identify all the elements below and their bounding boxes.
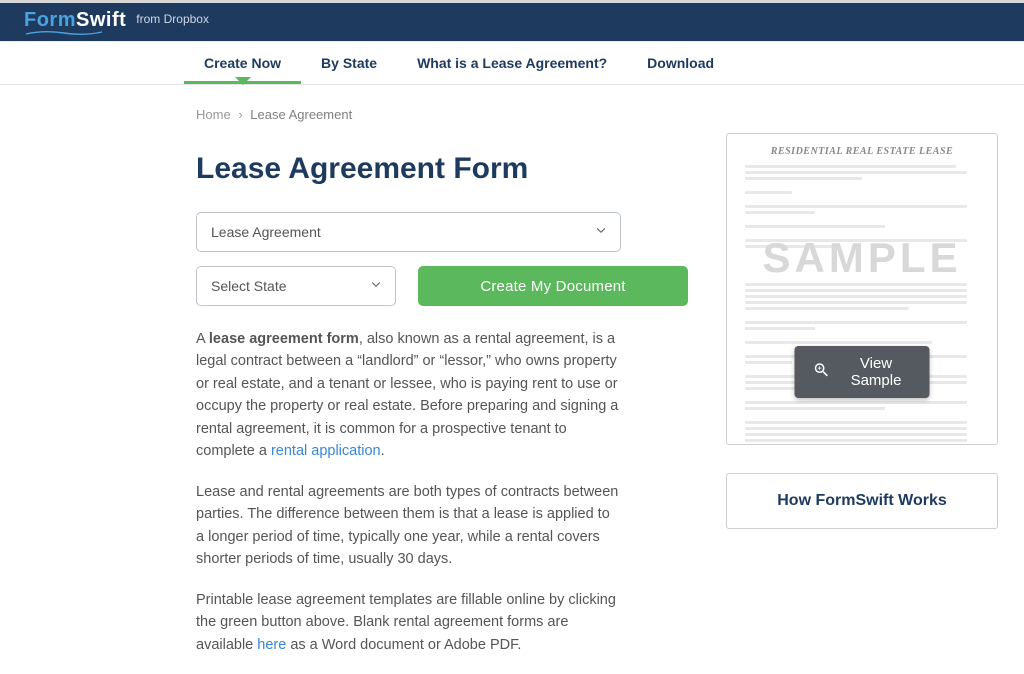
- how-it-works-title: How FormSwift Works: [747, 492, 977, 510]
- site-header: FormSwift from Dropbox: [0, 3, 1024, 41]
- state-value: Select State: [211, 278, 287, 294]
- intro-paragraph-2: Lease and rental agreements are both typ…: [196, 481, 621, 571]
- breadcrumb-sep: ›: [238, 107, 242, 122]
- chevron-down-icon: [594, 224, 608, 241]
- download-here-link[interactable]: here: [257, 637, 286, 653]
- logo-part2: Swift: [76, 9, 126, 31]
- sample-preview: RESIDENTIAL REAL ESTATE LEASE SA: [726, 133, 998, 445]
- primary-nav: Create Now By State What is a Lease Agre…: [0, 41, 1024, 85]
- create-document-button[interactable]: Create My Document: [418, 266, 688, 306]
- nav-create-now[interactable]: Create Now: [184, 42, 301, 84]
- rental-application-link[interactable]: rental application: [271, 443, 381, 459]
- how-it-works-box: How FormSwift Works: [726, 473, 998, 529]
- brand-suffix: from Dropbox: [136, 12, 209, 26]
- nav-what-is[interactable]: What is a Lease Agreement?: [397, 42, 627, 84]
- state-select[interactable]: Select State: [196, 266, 396, 306]
- breadcrumb: Home › Lease Agreement: [196, 107, 688, 122]
- magnify-plus-icon: [813, 361, 831, 383]
- page-title: Lease Agreement Form: [196, 152, 688, 186]
- view-sample-label: View Sample: [841, 355, 912, 389]
- sidebar: RESIDENTIAL REAL ESTATE LEASE SA: [726, 107, 998, 674]
- logo-part1: Form: [24, 9, 76, 31]
- main-content: Home › Lease Agreement Lease Agreement F…: [196, 107, 688, 674]
- chevron-down-icon: [369, 278, 383, 295]
- breadcrumb-home[interactable]: Home: [196, 107, 231, 122]
- intro-paragraph-1: A lease agreement form, also known as a …: [196, 328, 621, 463]
- intro-paragraph-3: Printable lease agreement templates are …: [196, 589, 621, 656]
- nav-by-state[interactable]: By State: [301, 42, 397, 84]
- sample-doc-title: RESIDENTIAL REAL ESTATE LEASE: [745, 146, 979, 157]
- view-sample-button[interactable]: View Sample: [795, 346, 930, 398]
- document-type-select[interactable]: Lease Agreement: [196, 212, 621, 252]
- document-type-value: Lease Agreement: [211, 224, 321, 240]
- nav-download[interactable]: Download: [627, 42, 734, 84]
- breadcrumb-current: Lease Agreement: [250, 107, 352, 122]
- logo[interactable]: FormSwift: [24, 9, 126, 36]
